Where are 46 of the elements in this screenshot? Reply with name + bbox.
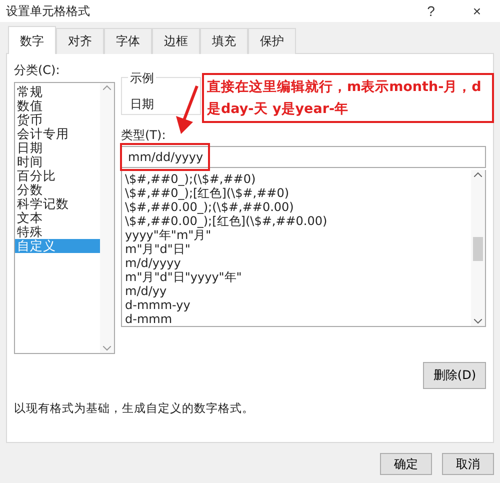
description: 以现有格式为基础，生成自定义的数字格式。	[14, 401, 255, 416]
format-item[interactable]: d-mmm-yy	[122, 298, 471, 312]
category-item[interactable]: 科学记数	[15, 197, 100, 211]
format-item[interactable]: m/d/yyyy	[122, 256, 471, 270]
sample-value: 日期	[130, 96, 155, 113]
format-item[interactable]: \$#,##0.00_);[红色](\$#,##0.00)	[122, 214, 471, 228]
delete-button[interactable]: 删除(D)	[423, 362, 486, 389]
tab[interactable]: 填充	[200, 28, 248, 54]
format-item[interactable]: m"月"d"日"yyyy"年"	[122, 270, 471, 284]
close-button[interactable]: ×	[454, 3, 500, 19]
category-item[interactable]: 会计专用	[15, 127, 100, 141]
format-item[interactable]: \$#,##0.00_);(\$#,##0.00)	[122, 200, 471, 214]
category-item[interactable]: 分数	[15, 183, 100, 197]
format-item[interactable]: \$#,##0_);[红色](\$#,##0)	[122, 186, 471, 200]
category-label: 分类(C):	[14, 62, 61, 79]
scroll-up-icon[interactable]	[103, 85, 111, 90]
window-title: 设置单元格格式	[6, 2, 91, 20]
scroll-up-icon[interactable]	[474, 172, 482, 177]
dialog-button[interactable]: 取消	[442, 453, 494, 475]
tab[interactable]: 对齐	[56, 28, 104, 54]
tab[interactable]: 字体	[104, 28, 152, 54]
tab[interactable]: 数字	[8, 26, 56, 54]
type-field[interactable]: mm/dd/yyyy	[121, 146, 486, 168]
format-item[interactable]: \$#,##0_);(\$#,##0)	[122, 172, 471, 186]
category-item[interactable]: 货币	[15, 113, 100, 127]
dialog-button[interactable]: 确定	[380, 453, 432, 475]
category-item[interactable]: 时间	[15, 155, 100, 169]
category-item[interactable]: 数值	[15, 99, 100, 113]
format-item[interactable]: d-mmm	[122, 312, 471, 326]
scroll-thumb[interactable]	[473, 237, 483, 261]
type-label: 类型(T):	[121, 127, 167, 144]
scroll-down-icon[interactable]	[103, 346, 111, 351]
tab[interactable]: 边框	[152, 28, 200, 54]
category-item[interactable]: 特殊	[15, 225, 100, 239]
category-item[interactable]: 百分比	[15, 169, 100, 183]
category-item[interactable]: 文本	[15, 211, 100, 225]
format-item[interactable]: m/d/yy	[122, 284, 471, 298]
format-item[interactable]: m"月"d"日"	[122, 242, 471, 256]
help-button[interactable]: ?	[408, 3, 454, 19]
format-item[interactable]: yyyy"年"m"月"	[122, 228, 471, 242]
category-item[interactable]: 日期	[15, 141, 100, 155]
sample-label: 示例	[128, 70, 156, 87]
category-item[interactable]: 常规	[15, 85, 100, 99]
annotation-note: 直接在这里编辑就行，m表示month-月，d是day-天 y是year-年	[202, 73, 494, 123]
tab[interactable]: 保护	[248, 28, 296, 54]
scroll-down-icon[interactable]	[474, 319, 482, 324]
